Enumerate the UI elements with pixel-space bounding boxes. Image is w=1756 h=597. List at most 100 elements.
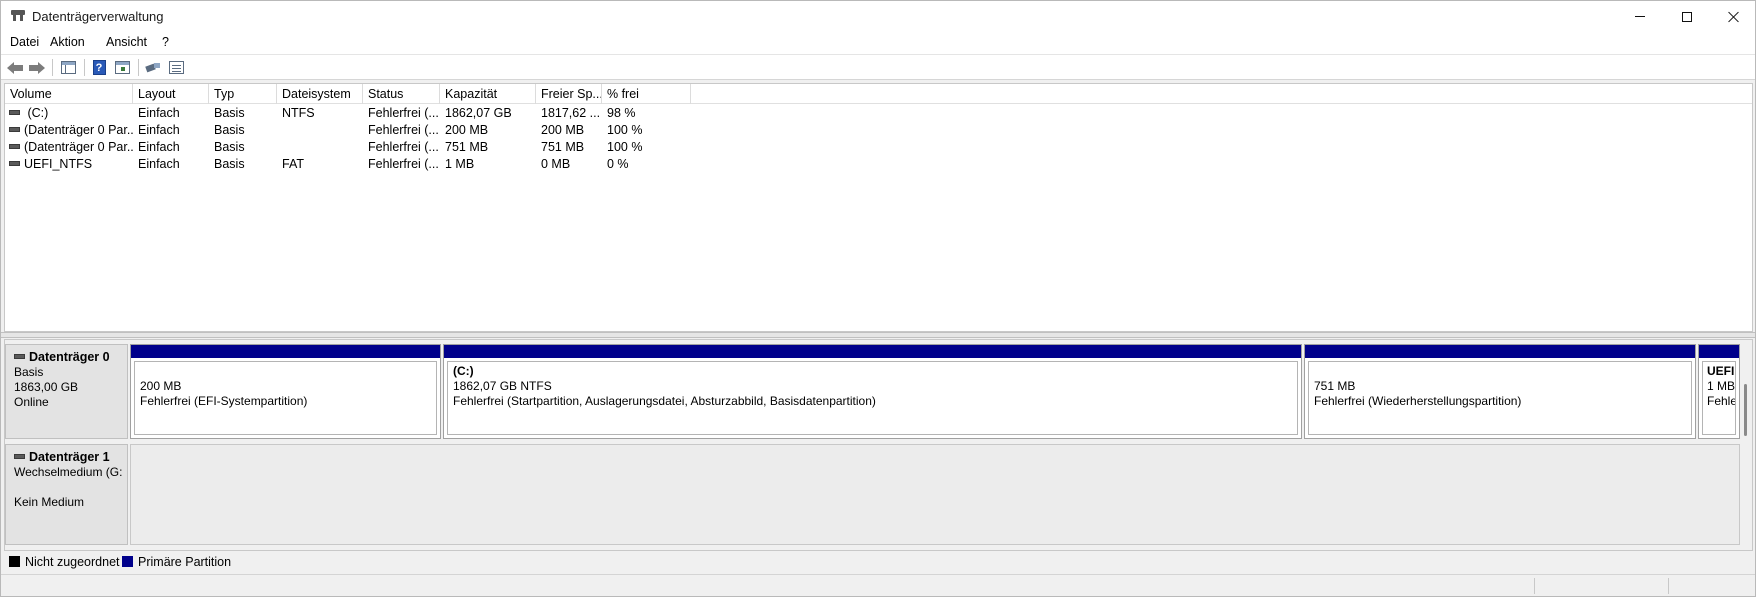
back-arrow-icon [7,61,23,74]
partition-size: 751 MB [1314,379,1356,393]
status-separator [1534,578,1535,594]
app-window: Datenträgerverwaltung Datei Aktion Ansic… [0,0,1756,597]
legend-swatch-primary [122,556,133,567]
rescan-disks-icon [145,61,161,75]
minimize-icon [1635,16,1645,17]
forward-button[interactable] [28,59,46,76]
primary-partition-bar [1699,345,1739,358]
cell-frei: 751 MB [541,140,585,154]
table-row[interactable]: (C:) Einfach Basis NTFS Fehlerfrei (... … [5,105,1752,122]
column-dateisystem[interactable]: Dateisystem [277,84,363,104]
toolbar-separator [52,59,53,76]
status-separator [1668,578,1669,594]
menu-aktion[interactable]: Aktion [50,35,85,49]
disk-0-label[interactable]: Datenträger 0 Basis 1863,00 GB Online [5,344,128,439]
column-freier-speicher[interactable]: Freier Sp... [536,84,602,104]
cell-volume: (C:) [24,106,49,120]
cell-frei: 200 MB [541,123,585,137]
volume-icon [9,127,20,133]
maximize-button[interactable] [1664,1,1710,32]
table-row[interactable]: UEFI_NTFS Einfach Basis FAT Fehlerfrei (… [5,156,1752,173]
cell-status: Fehlerfrei (... [368,157,439,171]
help-icon: ? [92,60,106,75]
column-typ[interactable]: Typ [209,84,277,104]
disk-1-size [14,480,127,495]
cell-typ: Basis [214,157,245,171]
menu-datei[interactable]: Datei [10,35,39,49]
column-prozent-frei[interactable]: % frei [602,84,691,104]
volume-icon [9,110,20,116]
cell-volume: UEFI_NTFS [24,157,93,171]
partition-status: Fehlerfrei (EFI-Systempartition) [140,394,308,408]
partition-status: Fehlerfrei (Startpartition, Auslagerungs… [453,394,876,408]
table-row[interactable]: (Datenträger 0 Par... Einfach Basis Fehl… [5,122,1752,139]
volume-icon [9,144,20,150]
menu-ansicht[interactable]: Ansicht [106,35,147,49]
properties-button[interactable] [167,59,185,76]
rescan-disks-button[interactable] [144,59,162,76]
cell-prozent: 98 % [607,106,636,120]
toolbar: ? [1,54,1755,80]
disk-1-type: Wechselmedium (G: [14,465,123,479]
disk-graphical-view: Datenträger 0 Basis 1863,00 GB Online 20… [4,339,1753,551]
forward-arrow-icon [29,61,45,74]
scrollbar-thumb[interactable] [1744,384,1747,436]
disk-1-media-area[interactable] [130,444,1740,545]
primary-partition-bar [131,345,440,358]
cell-prozent: 0 % [607,157,629,171]
cell-prozent: 100 % [607,140,643,154]
legend: Nicht zugeordnet Primäre Partition [4,552,1753,572]
disk-0-type: Basis [14,365,44,379]
cell-frei: 1817,62 ... [541,106,601,120]
legend-primary: Primäre Partition [122,555,231,569]
toolbar-separator [84,59,85,76]
partition-name [1314,364,1691,379]
column-kapazitaet[interactable]: Kapazität [440,84,536,104]
disk-0-name: Datenträger 0 [29,350,110,364]
partition-size: 200 MB [140,379,182,393]
action-pane-icon [114,61,130,74]
cell-kapazitaet: 1 MB [445,157,475,171]
cell-layout: Einfach [138,106,180,120]
vertical-scrollbar[interactable] [1740,340,1752,550]
title-bar: Datenträgerverwaltung [1,1,1755,32]
pane-splitter[interactable] [1,332,1755,338]
partition-recovery[interactable]: 751 MB Fehlerfrei (Wiederherstellungspar… [1304,344,1696,439]
partition-status: Fehlerfrei (Wiederherstellungspartition) [1314,394,1522,408]
console-tree-button[interactable] [59,59,77,76]
partition-efi[interactable]: 200 MB Fehlerfrei (EFI-Systempartition) [130,344,441,439]
list-header: Volume Layout Typ Dateisystem Status Kap… [5,84,1752,104]
column-status[interactable]: Status [363,84,440,104]
cell-kapazitaet: 200 MB [445,123,489,137]
primary-partition-bar [444,345,1301,358]
partition-name: UEFI [1707,364,1735,378]
back-button[interactable] [6,59,24,76]
cell-volume: (Datenträger 0 Par... [24,123,133,137]
disk-1-label[interactable]: Datenträger 1 Wechselmedium (G: Kein Med… [5,444,128,545]
minimize-button[interactable] [1617,1,1663,32]
disk-1-name: Datenträger 1 [29,450,110,464]
disk-row-0: Datenträger 0 Basis 1863,00 GB Online 20… [5,344,1740,441]
partition-size: 1862,07 GB NTFS [453,379,552,393]
cell-status: Fehlerfrei (... [368,140,439,154]
disk-1-state: Kein Medium [14,495,85,509]
maximize-icon [1682,11,1692,22]
legend-unallocated: Nicht zugeordnet [9,555,120,569]
menu-help[interactable]: ? [162,35,169,49]
properties-icon [168,61,184,74]
disk-row-1: Datenträger 1 Wechselmedium (G: Kein Med… [5,444,1740,545]
table-row[interactable]: (Datenträger 0 Par... Einfach Basis Fehl… [5,139,1752,156]
help-button[interactable]: ? [90,59,108,76]
partition-c[interactable]: (C:) 1862,07 GB NTFS Fehlerfrei (Startpa… [443,344,1302,439]
close-button[interactable] [1711,1,1756,32]
cell-dateisystem [277,139,363,156]
disk-0-size: 1863,00 GB [14,380,79,394]
column-layout[interactable]: Layout [133,84,209,104]
partition-uefi[interactable]: UEFI 1 MB Fehle [1698,344,1740,439]
disk-icon [14,454,25,459]
action-pane-button[interactable] [113,59,131,76]
cell-typ: Basis [214,140,245,154]
primary-partition-bar [1305,345,1695,358]
column-volume[interactable]: Volume [5,84,133,104]
console-tree-icon [60,61,76,74]
